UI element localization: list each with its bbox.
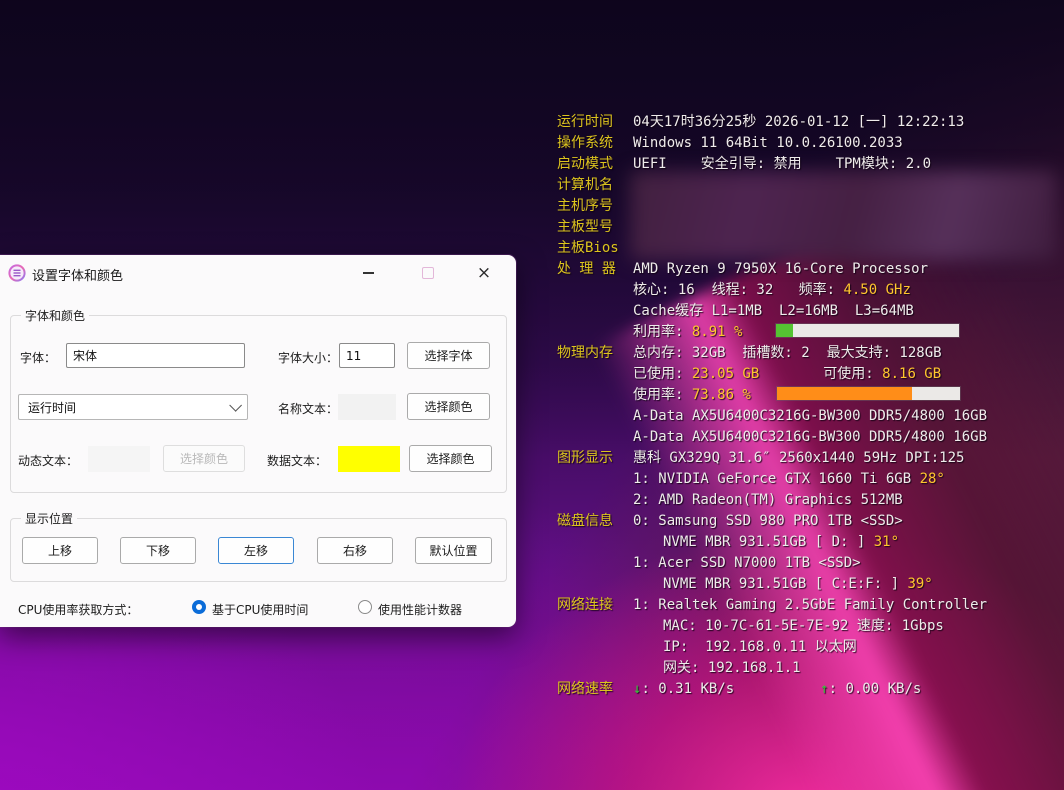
overlay-row-label — [557, 574, 633, 595]
overlay-row-label — [557, 637, 633, 658]
app-icon — [8, 264, 26, 282]
overlay-row: 启动模式UEFI安全引导: 禁用TPM模块: 2.0 — [557, 154, 987, 175]
overlay-row-label — [557, 616, 633, 637]
move-right-button[interactable]: 右移 — [317, 537, 393, 564]
overlay-row-label — [557, 280, 633, 301]
name-text-swatch — [338, 394, 396, 420]
overlay-row: NVME MBR 931.51GB [ C:E:F: ] 39° — [557, 574, 987, 595]
overlay-row-label: 网络连接 — [557, 595, 633, 616]
overlay-row-label — [557, 469, 633, 490]
overlay-row: 2: AMD Radeon(TM) Graphics 512MB — [557, 490, 987, 511]
overlay-row: 1: Acer SSD N7000 1TB <SSD> — [557, 553, 987, 574]
close-button[interactable]: × — [469, 259, 499, 287]
maximize-icon — [422, 267, 434, 279]
maximize-button[interactable] — [413, 259, 443, 287]
overlay-row-label — [557, 301, 633, 322]
select-dynamic-color-button: 选择颜色 — [163, 445, 245, 472]
overlay-row: 计算机名 — [557, 175, 987, 196]
info-item-dropdown[interactable]: 运行时间 — [18, 394, 248, 420]
radio-cpu-usage-time[interactable] — [192, 600, 206, 614]
overlay-row-label: 物理内存 — [557, 343, 633, 364]
overlay-row: MAC: 10-7C-61-5E-7E-92 速度: 1Gbps — [557, 616, 987, 637]
dialog-title: 设置字体和颜色 — [32, 265, 123, 284]
overlay-row: 网络连接1: Realtek Gaming 2.5GbE Family Cont… — [557, 595, 987, 616]
cpu-usage-bar — [776, 324, 959, 337]
overlay-row: NVME MBR 931.51GB [ D: ] 31° — [557, 532, 987, 553]
memory-usage-bar — [777, 387, 960, 400]
overlay-row: 使用率: 73.86 % — [557, 385, 987, 406]
overlay-row: 主板Bios — [557, 238, 987, 259]
minimize-icon — [363, 272, 374, 274]
font-name-input[interactable] — [66, 343, 245, 368]
move-down-button[interactable]: 下移 — [120, 537, 196, 564]
radio-performance-counter-label[interactable]: 使用性能计数器 — [378, 601, 462, 618]
default-position-button[interactable]: 默认位置 — [415, 537, 492, 564]
chevron-down-icon — [229, 399, 242, 412]
overlay-row: 1: NVIDIA GeForce GTX 1660 Ti 6GB 28° — [557, 469, 987, 490]
radio-performance-counter[interactable] — [358, 600, 372, 614]
system-overlay: 运行时间04天17时36分25秒 2026-01-12 [一] 12:22:13… — [557, 112, 987, 700]
dialog-titlebar[interactable]: 设置字体和颜色 × — [0, 255, 516, 291]
overlay-row: 网关: 192.168.1.1 — [557, 658, 987, 679]
move-left-button[interactable]: 左移 — [218, 537, 294, 564]
overlay-row-label — [557, 385, 633, 406]
overlay-row-label — [557, 532, 633, 553]
overlay-row-label — [557, 364, 633, 385]
select-font-button[interactable]: 选择字体 — [407, 342, 490, 369]
overlay-row: 图形显示惠科 GX329Q 31.6″ 2560x1440 59Hz DPI:1… — [557, 448, 987, 469]
overlay-row: A-Data AX5U6400C3216G-BW300 DDR5/4800 16… — [557, 427, 987, 448]
font-size-input[interactable] — [339, 343, 395, 368]
overlay-row-label — [557, 658, 633, 679]
overlay-row-label: 图形显示 — [557, 448, 633, 469]
desktop: 运行时间04天17时36分25秒 2026-01-12 [一] 12:22:13… — [0, 0, 1064, 790]
font-label: 字体： — [20, 349, 56, 366]
overlay-row-label: 操作系统 — [557, 133, 633, 154]
move-up-button[interactable]: 上移 — [22, 537, 98, 564]
radio-cpu-usage-time-label[interactable]: 基于CPU使用时间 — [212, 601, 308, 618]
overlay-row-label: 主板型号 — [557, 217, 633, 238]
dynamic-text-swatch — [88, 446, 150, 472]
overlay-row: 处 理 器AMD Ryzen 9 7950X 16-Core Processor — [557, 259, 987, 280]
overlay-row: 网络速率↓: 0.31 KB/s↑: 0.00 KB/s — [557, 679, 987, 700]
overlay-row: 主机序号 — [557, 196, 987, 217]
overlay-row: IP: 192.168.0.11 以太网 — [557, 637, 987, 658]
overlay-row-label: 网络速率 — [557, 679, 633, 700]
overlay-row: 已使用: 23.05 GB可使用: 8.16 GB — [557, 364, 987, 385]
overlay-row-label: 磁盘信息 — [557, 511, 633, 532]
minimize-button[interactable] — [353, 259, 383, 287]
overlay-row-label: 运行时间 — [557, 112, 633, 133]
overlay-row: 物理内存总内存: 32GB 插槽数: 2 最大支持: 128GB — [557, 343, 987, 364]
overlay-row: A-Data AX5U6400C3216G-BW300 DDR5/4800 16… — [557, 406, 987, 427]
font-color-group-legend: 字体和颜色 — [21, 307, 89, 324]
overlay-row: 磁盘信息0: Samsung SSD 980 PRO 1TB <SSD> — [557, 511, 987, 532]
overlay-row-label — [557, 490, 633, 511]
info-item-dropdown-value: 运行时间 — [28, 399, 76, 416]
dynamic-text-label: 动态文本： — [18, 452, 78, 469]
overlay-row: 利用率: 8.91 % — [557, 322, 987, 343]
overlay-row-label: 主机序号 — [557, 196, 633, 217]
cpu-mode-label: CPU使用率获取方式： — [18, 601, 138, 618]
name-text-label: 名称文本： — [278, 400, 338, 417]
overlay-row: 操作系统Windows 11 64Bit 10.0.26100.2033 — [557, 133, 987, 154]
settings-dialog: 设置字体和颜色 × 字体和颜色 字体： 字体大小： 选择字体 运行时间 名称文本… — [0, 255, 516, 627]
overlay-row: 核心: 16 线程: 32 频率: 4.50 GHz — [557, 280, 987, 301]
select-name-color-button[interactable]: 选择颜色 — [407, 393, 490, 420]
overlay-row: 主板型号 — [557, 217, 987, 238]
data-text-label: 数据文本： — [267, 452, 327, 469]
overlay-row-label: 主板Bios — [557, 238, 633, 259]
font-size-label: 字体大小： — [278, 349, 338, 366]
overlay-row: 运行时间04天17时36分25秒 2026-01-12 [一] 12:22:13 — [557, 112, 987, 133]
overlay-row-label: 处 理 器 — [557, 259, 633, 280]
overlay-row-label — [557, 406, 633, 427]
position-group-legend: 显示位置 — [21, 510, 77, 527]
overlay-row-label — [557, 553, 633, 574]
select-data-color-button[interactable]: 选择颜色 — [409, 445, 492, 472]
overlay-row-label — [557, 322, 633, 343]
overlay-row-label: 计算机名 — [557, 175, 633, 196]
overlay-row-label — [557, 427, 633, 448]
overlay-row-label: 启动模式 — [557, 154, 633, 175]
overlay-row: Cache缓存 L1=1MB L2=16MB L3=64MB — [557, 301, 987, 322]
data-text-swatch — [338, 446, 400, 472]
